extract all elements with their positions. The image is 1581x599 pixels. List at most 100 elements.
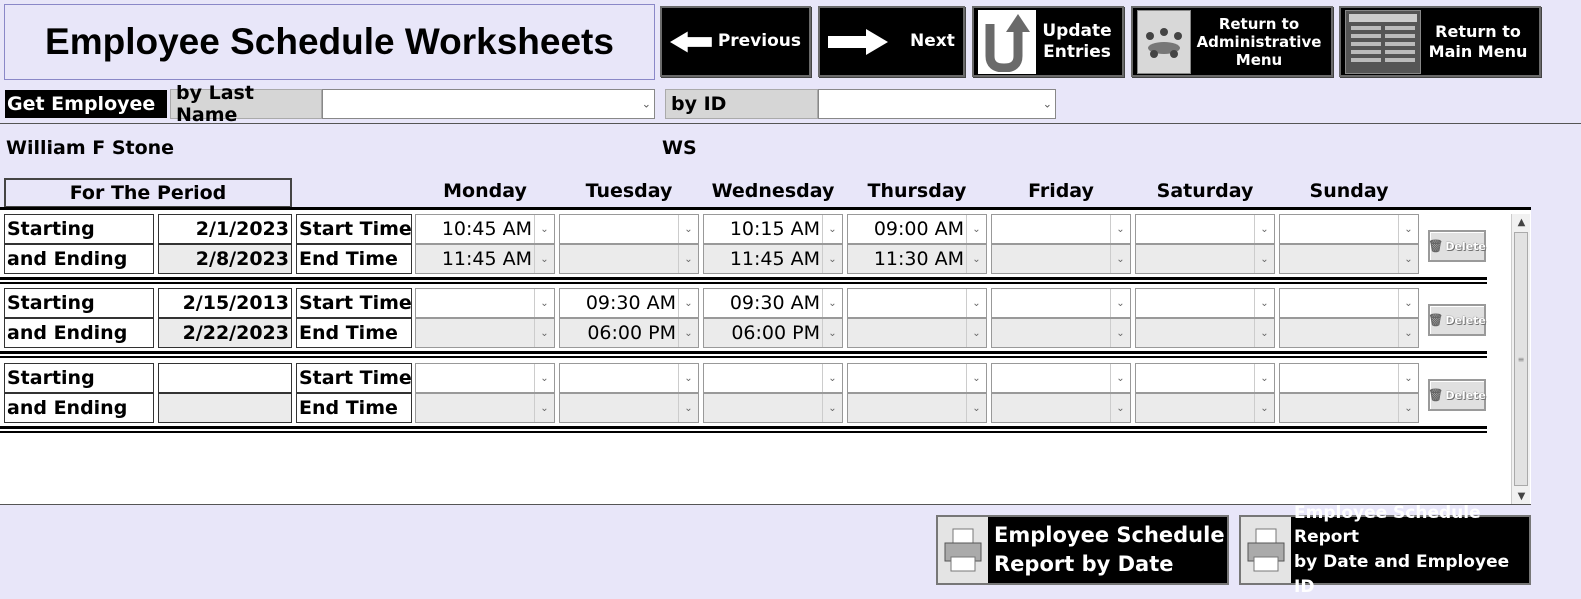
end-time-combo[interactable]: ⌄ <box>1135 393 1275 423</box>
chevron-down-icon[interactable]: ⌄ <box>822 245 842 273</box>
end-time-combo[interactable]: ⌄ <box>559 393 699 423</box>
start-time-combo[interactable]: ⌄ <box>1135 363 1275 393</box>
start-time-combo[interactable]: ⌄ <box>1279 363 1419 393</box>
end-time-combo[interactable]: ⌄ <box>1135 318 1275 348</box>
start-date-field[interactable]: 2/1/2023 <box>158 214 292 244</box>
chevron-down-icon[interactable]: ⌄ <box>1398 319 1418 347</box>
chevron-down-icon[interactable]: ⌄ <box>534 319 554 347</box>
chevron-down-icon[interactable]: ⌄ <box>1398 245 1418 273</box>
end-time-combo[interactable]: ⌄ <box>1279 244 1419 274</box>
chevron-down-icon[interactable]: ⌄ <box>822 394 842 422</box>
chevron-down-icon[interactable]: ⌄ <box>678 245 698 273</box>
chevron-down-icon[interactable]: ⌄ <box>1110 245 1130 273</box>
chevron-down-icon[interactable]: ⌄ <box>1110 215 1130 243</box>
end-time-combo[interactable]: 06:00 PM ⌄ <box>703 318 843 348</box>
end-date-field[interactable]: 2/8/2023 <box>158 244 292 274</box>
start-time-combo[interactable]: ⌄ <box>1135 214 1275 244</box>
start-time-combo[interactable]: ⌄ <box>1279 214 1419 244</box>
end-time-combo[interactable]: ⌄ <box>1279 393 1419 423</box>
chevron-down-icon[interactable]: ⌄ <box>1254 289 1274 317</box>
chevron-down-icon[interactable]: ⌄ <box>966 245 986 273</box>
start-time-combo[interactable]: 10:15 AM ⌄ <box>703 214 843 244</box>
chevron-down-icon[interactable]: ⌄ <box>534 364 554 392</box>
end-time-combo[interactable]: 11:30 AM ⌄ <box>847 244 987 274</box>
chevron-down-icon[interactable]: ⌄ <box>1110 289 1130 317</box>
chevron-down-icon[interactable]: ⌄ <box>1110 394 1130 422</box>
start-time-combo[interactable]: ⌄ <box>415 363 555 393</box>
chevron-down-icon[interactable]: ⌄ <box>1110 319 1130 347</box>
start-time-combo[interactable]: ⌄ <box>847 288 987 318</box>
chevron-down-icon[interactable]: ⌄ <box>642 98 651 111</box>
delete-button[interactable]: 🗑 Delete <box>1428 379 1486 411</box>
chevron-down-icon[interactable]: ⌄ <box>1254 394 1274 422</box>
vertical-scrollbar[interactable]: ▲ ≡ ▼ <box>1511 214 1530 504</box>
start-time-combo[interactable]: ⌄ <box>1135 288 1275 318</box>
chevron-down-icon[interactable]: ⌄ <box>822 289 842 317</box>
start-time-combo[interactable]: 09:00 AM ⌄ <box>847 214 987 244</box>
chevron-down-icon[interactable]: ⌄ <box>966 394 986 422</box>
last-name-combo[interactable]: ⌄ <box>322 89 655 119</box>
scroll-up-icon[interactable]: ▲ <box>1512 214 1531 230</box>
chevron-down-icon[interactable]: ⌄ <box>822 319 842 347</box>
report-by-date-button[interactable]: Employee Schedule Report by Date <box>936 515 1229 585</box>
chevron-down-icon[interactable]: ⌄ <box>1254 364 1274 392</box>
start-time-combo[interactable]: ⌄ <box>1279 288 1419 318</box>
start-time-combo[interactable]: 09:30 AM ⌄ <box>703 288 843 318</box>
start-time-combo[interactable]: ⌄ <box>991 288 1131 318</box>
chevron-down-icon[interactable]: ⌄ <box>678 364 698 392</box>
report-by-date-and-id-button[interactable]: Employee Schedule Report by Date and Emp… <box>1239 503 1531 597</box>
delete-button[interactable]: 🗑 Delete <box>1428 230 1486 262</box>
chevron-down-icon[interactable]: ⌄ <box>678 289 698 317</box>
end-time-combo[interactable]: ⌄ <box>415 393 555 423</box>
chevron-down-icon[interactable]: ⌄ <box>1398 394 1418 422</box>
end-time-combo[interactable]: 11:45 AM ⌄ <box>415 244 555 274</box>
start-date-field[interactable] <box>158 363 292 393</box>
id-combo[interactable]: ⌄ <box>818 89 1056 119</box>
start-time-combo[interactable]: ⌄ <box>415 288 555 318</box>
chevron-down-icon[interactable]: ⌄ <box>1254 215 1274 243</box>
chevron-down-icon[interactable]: ⌄ <box>966 364 986 392</box>
start-time-combo[interactable]: 09:30 AM ⌄ <box>559 288 699 318</box>
start-time-combo[interactable]: ⌄ <box>559 214 699 244</box>
chevron-down-icon[interactable]: ⌄ <box>966 319 986 347</box>
chevron-down-icon[interactable]: ⌄ <box>1398 364 1418 392</box>
chevron-down-icon[interactable]: ⌄ <box>678 215 698 243</box>
chevron-down-icon[interactable]: ⌄ <box>966 215 986 243</box>
scroll-thumb[interactable]: ≡ <box>1514 232 1528 486</box>
chevron-down-icon[interactable]: ⌄ <box>966 289 986 317</box>
end-date-field[interactable] <box>158 393 292 423</box>
start-time-combo[interactable]: ⌄ <box>559 363 699 393</box>
end-time-combo[interactable]: ⌄ <box>559 244 699 274</box>
chevron-down-icon[interactable]: ⌄ <box>678 394 698 422</box>
end-time-combo[interactable]: ⌄ <box>703 393 843 423</box>
chevron-down-icon[interactable]: ⌄ <box>1254 245 1274 273</box>
chevron-down-icon[interactable]: ⌄ <box>534 245 554 273</box>
start-time-combo[interactable]: ⌄ <box>991 214 1131 244</box>
end-time-combo[interactable]: ⌄ <box>1279 318 1419 348</box>
next-button[interactable]: Next <box>818 6 965 77</box>
update-entries-button[interactable]: Update Entries <box>972 6 1124 77</box>
chevron-down-icon[interactable]: ⌄ <box>1254 319 1274 347</box>
chevron-down-icon[interactable]: ⌄ <box>1398 215 1418 243</box>
end-date-field[interactable]: 2/22/2023 <box>158 318 292 348</box>
start-time-combo[interactable]: ⌄ <box>991 363 1131 393</box>
chevron-down-icon[interactable]: ⌄ <box>822 215 842 243</box>
chevron-down-icon[interactable]: ⌄ <box>1110 364 1130 392</box>
start-time-combo[interactable]: 10:45 AM ⌄ <box>415 214 555 244</box>
previous-button[interactable]: Previous <box>660 6 811 77</box>
return-to-admin-menu-button[interactable]: Return to Administrative Menu <box>1131 6 1333 77</box>
end-time-combo[interactable]: ⌄ <box>991 244 1131 274</box>
end-time-combo[interactable]: ⌄ <box>991 318 1131 348</box>
end-time-combo[interactable]: ⌄ <box>847 318 987 348</box>
chevron-down-icon[interactable]: ⌄ <box>534 289 554 317</box>
chevron-down-icon[interactable]: ⌄ <box>1043 98 1052 111</box>
start-date-field[interactable]: 2/15/2013 <box>158 288 292 318</box>
chevron-down-icon[interactable]: ⌄ <box>678 319 698 347</box>
end-time-combo[interactable]: ⌄ <box>847 393 987 423</box>
chevron-down-icon[interactable]: ⌄ <box>534 215 554 243</box>
chevron-down-icon[interactable]: ⌄ <box>822 364 842 392</box>
end-time-combo[interactable]: ⌄ <box>1135 244 1275 274</box>
chevron-down-icon[interactable]: ⌄ <box>1398 289 1418 317</box>
return-to-main-menu-button[interactable]: Return to Main Menu <box>1339 6 1541 77</box>
end-time-combo[interactable]: 06:00 PM ⌄ <box>559 318 699 348</box>
